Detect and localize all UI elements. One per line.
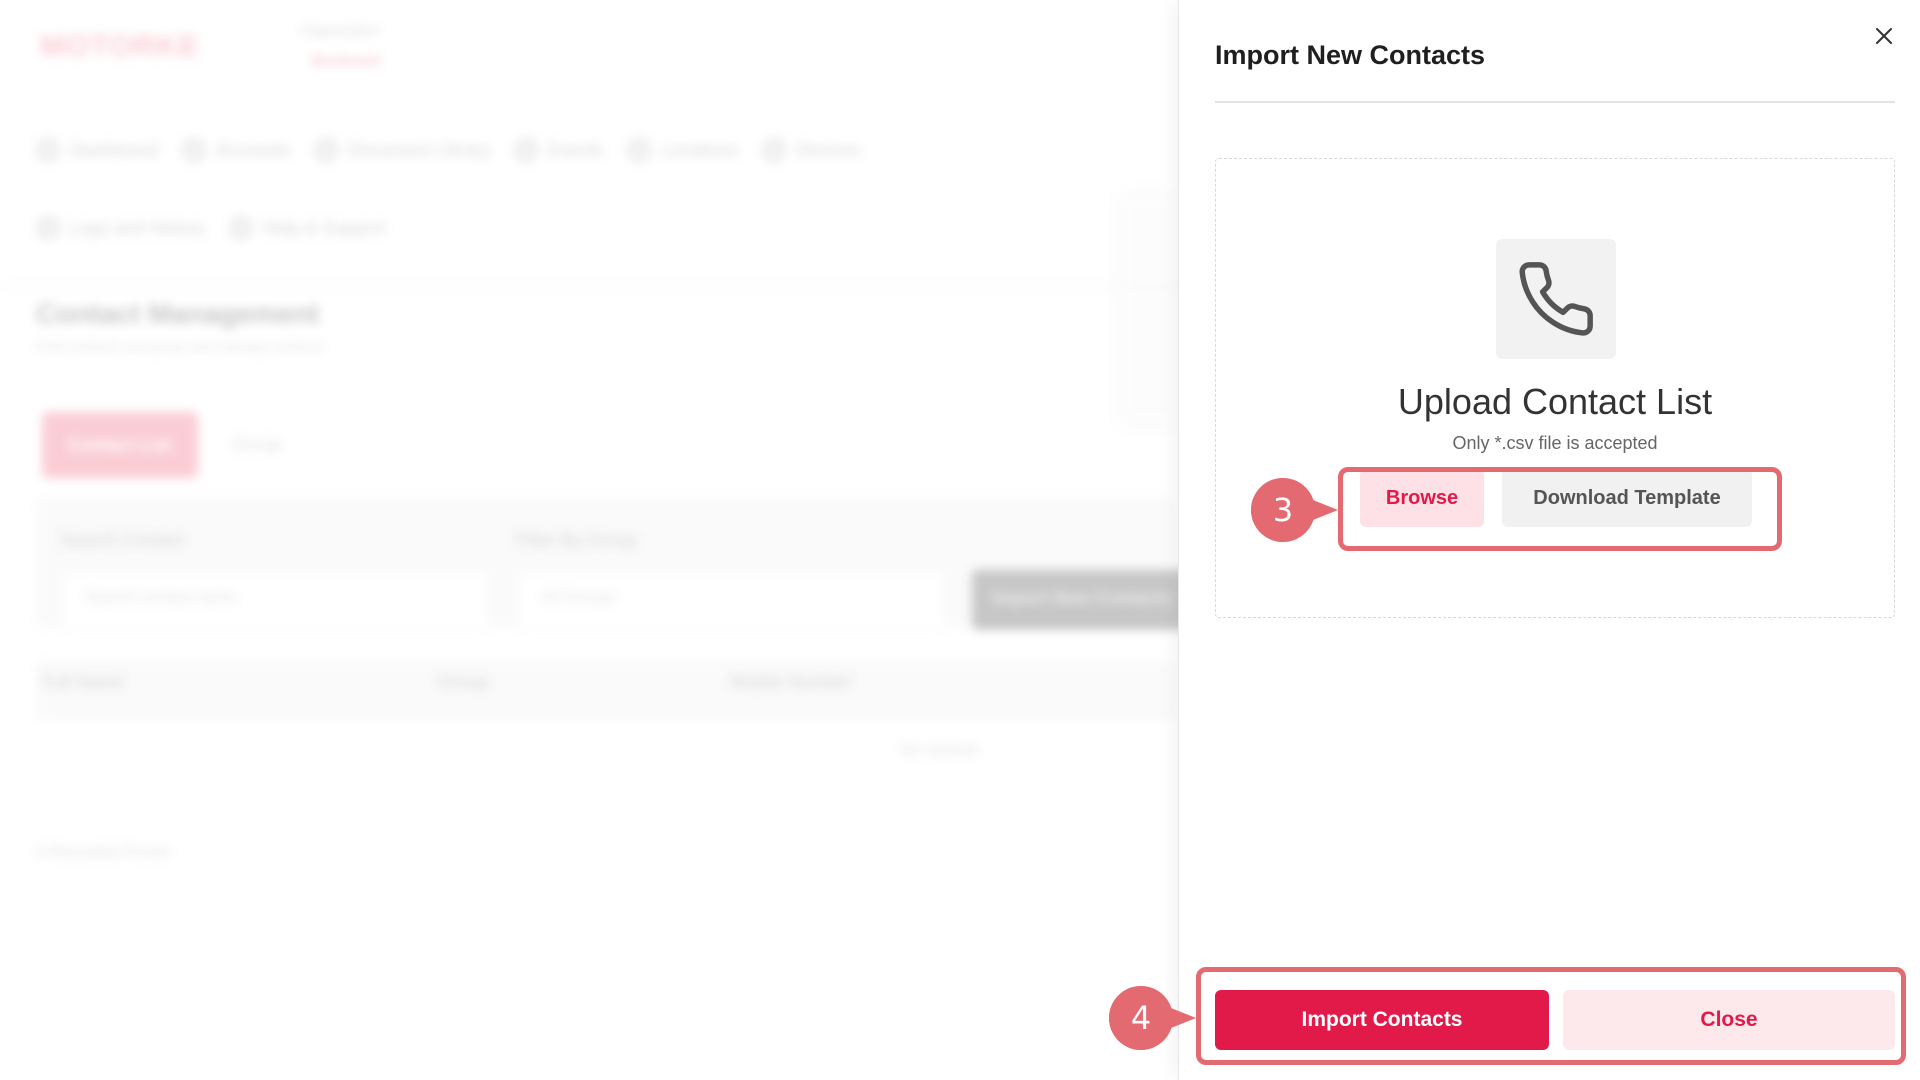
secondary-nav: Logs and History Help & Support <box>36 216 385 240</box>
device-icon <box>762 138 787 162</box>
upload-title: Upload Contact List <box>1397 381 1713 422</box>
tab-group[interactable]: Group <box>232 434 282 455</box>
nav-item-events[interactable]: Events <box>514 138 603 162</box>
header-divider <box>0 285 1180 287</box>
accounts-icon <box>182 138 207 162</box>
group-filter-select[interactable]: All Groups <box>516 570 946 630</box>
drawer-divider <box>1215 101 1895 103</box>
page-subtitle: Find contacts and group and manage conta… <box>36 338 324 354</box>
nav-item-locations[interactable]: Locations <box>627 138 738 162</box>
drawer-title: Import New Contacts <box>1215 40 1486 70</box>
download-template-button[interactable]: Download Template <box>1502 469 1752 527</box>
nav-item-document-library[interactable]: Document Library <box>314 138 490 162</box>
phone-icon <box>1496 239 1616 359</box>
nav-item-devices[interactable]: Devices <box>762 138 860 162</box>
table-header <box>36 660 1176 720</box>
tab-contact-list[interactable]: Contact List <box>42 412 198 478</box>
floating-menu <box>1120 195 1180 425</box>
column-mobile-number: Mobile Number <box>730 672 853 692</box>
record-count: 0 Record(s) Found <box>36 844 170 861</box>
upload-button-row: Browse Download Template <box>1360 469 1752 527</box>
filter-panel <box>36 498 1176 628</box>
app-logo: MOTORKE <box>40 30 200 63</box>
nav-item-accounts[interactable]: Accounts <box>182 138 290 162</box>
search-input[interactable]: Search contact name <box>60 570 490 630</box>
upload-subtitle: Only *.csv file is accepted <box>1452 433 1658 453</box>
upload-dropzone[interactable]: Upload Contact List Only *.csv file is a… <box>1215 158 1895 618</box>
empty-state-text: No records <box>900 742 979 759</box>
dashboard-icon <box>36 138 60 162</box>
browse-button[interactable]: Browse <box>1360 469 1484 527</box>
page-title: Contact Management <box>36 298 320 329</box>
close-button[interactable]: Close <box>1563 990 1895 1050</box>
close-icon[interactable] <box>1870 22 1898 50</box>
document-icon <box>314 138 339 162</box>
main-nav: Dashboard Accounts Document Library Even… <box>36 138 860 162</box>
step-marker-a: 3 <box>1250 478 1340 542</box>
history-icon <box>36 216 60 240</box>
help-icon <box>229 216 254 240</box>
org-label: Organization <box>300 22 380 38</box>
step-marker-b: 4 <box>1108 986 1198 1050</box>
column-group[interactable]: Group <box>438 672 488 693</box>
step-number-b: 4 <box>1130 999 1152 1037</box>
search-label: Search Contact <box>60 530 185 550</box>
nav-item-dashboard[interactable]: Dashboard <box>36 138 158 162</box>
org-name: Boulevard <box>312 52 381 68</box>
filter-label: Filter By Group <box>516 530 638 550</box>
nav-item-help[interactable]: Help & Support <box>229 216 385 240</box>
column-full-name[interactable]: Full Name <box>42 672 124 693</box>
calendar-icon <box>514 138 539 162</box>
import-contacts-button[interactable]: Import Contacts <box>1215 990 1549 1050</box>
step-number-a: 3 <box>1272 491 1294 529</box>
import-new-contacts-button[interactable]: Import New Contacts <box>972 570 1192 630</box>
location-icon <box>627 138 652 162</box>
drawer-footer: Import Contacts Close <box>1215 990 1895 1050</box>
nav-item-logs[interactable]: Logs and History <box>36 216 205 240</box>
